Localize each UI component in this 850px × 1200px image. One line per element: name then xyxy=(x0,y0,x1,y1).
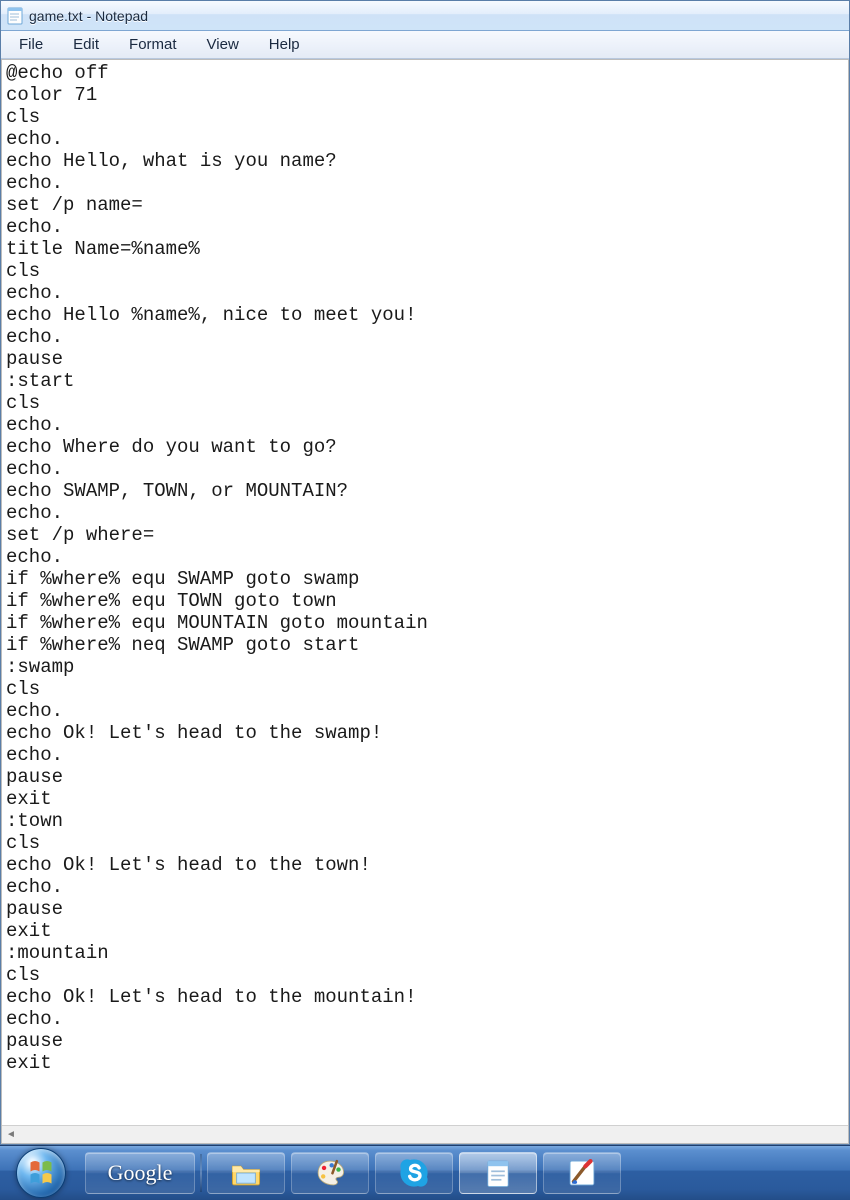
start-button[interactable] xyxy=(0,1146,82,1200)
horizontal-scrollbar[interactable]: ◄ xyxy=(2,1125,848,1143)
menu-file[interactable]: File xyxy=(5,34,57,55)
titlebar[interactable]: game.txt - Notepad xyxy=(1,1,849,31)
menu-edit[interactable]: Edit xyxy=(59,34,113,55)
menu-help[interactable]: Help xyxy=(255,34,314,55)
menu-format[interactable]: Format xyxy=(115,34,191,55)
taskbar-notepad[interactable] xyxy=(459,1152,537,1194)
menubar: File Edit Format View Help xyxy=(1,31,849,59)
taskbar-google-label: Google xyxy=(108,1160,173,1186)
taskbar-google[interactable]: Google xyxy=(85,1152,195,1194)
paintbrush-icon xyxy=(564,1155,600,1191)
scroll-track[interactable] xyxy=(20,1126,848,1143)
taskbar-paint-palette[interactable] xyxy=(291,1152,369,1194)
taskbar-mspaint[interactable] xyxy=(543,1152,621,1194)
taskbar-skype[interactable] xyxy=(375,1152,453,1194)
window-title: game.txt - Notepad xyxy=(29,8,148,24)
folder-icon xyxy=(228,1155,264,1191)
menu-view[interactable]: View xyxy=(193,34,253,55)
notepad-app-icon xyxy=(7,7,23,25)
notepad-icon xyxy=(480,1155,516,1191)
scroll-left-arrow-icon[interactable]: ◄ xyxy=(2,1127,20,1143)
taskbar-file-explorer[interactable] xyxy=(207,1152,285,1194)
palette-icon xyxy=(312,1155,348,1191)
text-editor[interactable]: @echo off color 71 cls echo. echo Hello,… xyxy=(2,60,848,1125)
windows-logo-icon xyxy=(26,1158,56,1188)
taskbar-divider xyxy=(200,1154,202,1192)
taskbar: Google xyxy=(0,1145,850,1200)
skype-icon xyxy=(396,1155,432,1191)
editor-area: @echo off color 71 cls echo. echo Hello,… xyxy=(1,59,849,1144)
notepad-window: game.txt - Notepad File Edit Format View… xyxy=(0,0,850,1145)
